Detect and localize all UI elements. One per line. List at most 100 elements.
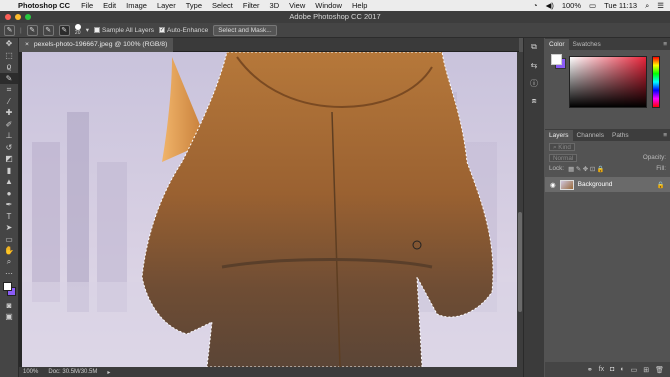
zoom-window-button[interactable] <box>25 14 31 20</box>
adjustments-panel-icon[interactable]: ⧈ <box>524 92 544 110</box>
layer-style-icon[interactable]: fx <box>599 366 604 373</box>
brush-tool-icon[interactable]: ✐ <box>0 119 18 131</box>
menu-help[interactable]: Help <box>352 1 367 10</box>
menu-select[interactable]: Select <box>212 1 233 10</box>
dodge-tool-icon[interactable]: ● <box>0 188 18 200</box>
wifi-icon[interactable]: ◔ <box>533 1 538 10</box>
visibility-eye-icon[interactable]: ◉ <box>550 181 556 189</box>
minimize-window-button[interactable] <box>15 14 21 20</box>
subtract-from-selection-icon[interactable]: ✎ <box>58 24 70 36</box>
menu-type[interactable]: Type <box>186 1 202 10</box>
edit-toolbar-icon[interactable]: ⋯ <box>0 268 18 280</box>
menu-edit[interactable]: Edit <box>103 1 116 10</box>
info-panel-icon[interactable]: ⓘ <box>524 74 544 92</box>
clock[interactable]: Tue 11:13 <box>604 1 637 10</box>
panel-menu-icon[interactable]: ≡ <box>659 39 670 50</box>
tool-preset-quick-selection-icon[interactable]: ✎ <box>4 24 15 36</box>
lasso-tool-icon[interactable]: ϱ <box>0 61 18 73</box>
color-field[interactable] <box>569 56 647 108</box>
document-tab-label: pexels-photo-196667.jpeg @ 100% (RGB/8) <box>33 41 168 48</box>
lock-icons[interactable]: ▦ ✎ ✥ ⊡ 🔒 <box>568 165 605 173</box>
screen-mode-icon[interactable]: ▣ <box>0 311 18 323</box>
eraser-tool-icon[interactable]: ◩ <box>0 153 18 165</box>
hue-slider[interactable] <box>652 56 660 108</box>
document-tab-close-icon[interactable]: × <box>25 41 29 48</box>
select-and-mask-button[interactable]: Select and Mask... <box>213 24 277 36</box>
menu-filter[interactable]: Filter <box>243 1 260 10</box>
add-mask-icon[interactable]: ◘ <box>610 366 614 373</box>
rectangle-tool-icon[interactable]: ▭ <box>0 234 18 246</box>
menu-view[interactable]: View <box>289 1 305 10</box>
healing-brush-tool-icon[interactable]: ✚ <box>0 107 18 119</box>
search-icon[interactable]: ⌕ <box>645 1 649 11</box>
color-panel <box>545 50 670 129</box>
layers-panel-menu-icon[interactable]: ≡ <box>659 130 670 141</box>
tab-swatches[interactable]: Swatches <box>569 39 605 50</box>
menu-file[interactable]: File <box>81 1 93 10</box>
document-size: Doc: 30.5M/30.5M <box>48 369 98 375</box>
brush-picker[interactable]: 20 <box>74 24 81 36</box>
sample-all-layers-label: Sample All Layers <box>101 26 154 34</box>
menu-image[interactable]: Image <box>126 1 147 10</box>
blur-tool-icon[interactable]: ▲ <box>0 176 18 188</box>
layer-kind-filter-label: Kind <box>558 143 571 151</box>
menu-window[interactable]: Window <box>315 1 342 10</box>
new-layer-icon[interactable]: ⊞ <box>643 366 649 374</box>
window-title-bar: Adobe Photoshop CC 2017 <box>0 11 670 23</box>
add-to-selection-icon[interactable]: ✎ <box>42 24 54 36</box>
adjustment-layer-icon[interactable]: ◐ <box>620 366 624 373</box>
new-group-icon[interactable]: ▭ <box>631 366 638 374</box>
zoom-level[interactable]: 100% <box>23 369 38 375</box>
marquee-tool-icon[interactable]: ⬚ <box>0 50 18 62</box>
pen-tool-icon[interactable]: ✒ <box>0 199 18 211</box>
volume-icon[interactable]: ◀) <box>546 1 554 10</box>
sample-all-layers-checkbox[interactable]: Sample All Layers <box>93 26 154 34</box>
layer-filter-row: ⌕ Kind <box>545 141 670 152</box>
status-arrow-icon[interactable]: ▸ <box>107 369 110 376</box>
notification-center-icon[interactable]: ☰ <box>657 1 664 10</box>
layer-lock-icon: 🔒 <box>656 181 665 189</box>
clone-stamp-tool-icon[interactable]: ⊥ <box>0 130 18 142</box>
tab-paths[interactable]: Paths <box>608 130 633 141</box>
fill-label: Fill: <box>656 165 666 172</box>
foreground-background-colors[interactable] <box>0 280 18 300</box>
gradient-tool-icon[interactable]: ▮ <box>0 165 18 177</box>
tab-layers[interactable]: Layers <box>545 130 573 141</box>
tab-channels[interactable]: Channels <box>573 130 608 141</box>
link-layers-icon[interactable]: ⚭ <box>587 366 593 374</box>
layer-kind-filter[interactable]: ⌕ Kind <box>549 142 575 151</box>
close-window-button[interactable] <box>5 14 11 20</box>
zoom-tool-icon[interactable]: ⌕ <box>0 257 18 269</box>
menu-3d[interactable]: 3D <box>270 1 280 10</box>
layers-panel-tabs: Layers Channels Paths ≡ <box>545 129 670 141</box>
move-tool-icon[interactable]: ✥ <box>0 38 18 50</box>
blend-mode-select[interactable]: Normal <box>549 153 578 162</box>
history-brush-tool-icon[interactable]: ↺ <box>0 142 18 154</box>
options-divider: | <box>20 26 22 34</box>
layer-row-background[interactable]: ◉ Background 🔒 <box>545 177 670 192</box>
document-tab[interactable]: × pexels-photo-196667.jpeg @ 100% (RGB/8… <box>19 38 174 52</box>
tab-color[interactable]: Color <box>545 39 569 50</box>
image-canvas[interactable] <box>22 52 517 367</box>
menu-layer[interactable]: Layer <box>157 1 176 10</box>
brush-dropdown-icon[interactable]: ▾ <box>86 26 89 34</box>
crop-tool-icon[interactable]: ⌗ <box>0 84 18 96</box>
color-panel-foreground-swatch[interactable] <box>551 54 562 65</box>
type-tool-icon[interactable]: T <box>0 211 18 223</box>
quick-mask-icon[interactable]: ◙ <box>0 300 18 312</box>
vertical-scroll-thumb[interactable] <box>518 212 522 312</box>
new-selection-icon[interactable]: ✎ <box>26 24 38 36</box>
hand-tool-icon[interactable]: ✋ <box>0 245 18 257</box>
path-selection-tool-icon[interactable]: ➤ <box>0 222 18 234</box>
history-panel-icon[interactable]: ⧉ <box>524 38 544 56</box>
properties-panel-icon[interactable]: ⇆ <box>524 56 544 74</box>
battery-icon[interactable]: ▭ <box>589 1 596 10</box>
foreground-color-swatch[interactable] <box>3 281 12 291</box>
delete-layer-icon[interactable]: 🗑 <box>655 366 664 374</box>
options-bar: ✎ | ✎ ✎ ✎ 20 ▾ Sample All Layers ✓ Auto-… <box>0 23 670 38</box>
window-title: Adobe Photoshop CC 2017 <box>289 12 381 21</box>
app-menu[interactable]: Photoshop CC <box>18 1 70 10</box>
eyedropper-tool-icon[interactable]: ⁄ <box>0 96 18 108</box>
quick-selection-tool-icon[interactable]: ✎ <box>0 72 18 84</box>
auto-enhance-checkbox[interactable]: ✓ Auto-Enhance <box>159 27 208 34</box>
